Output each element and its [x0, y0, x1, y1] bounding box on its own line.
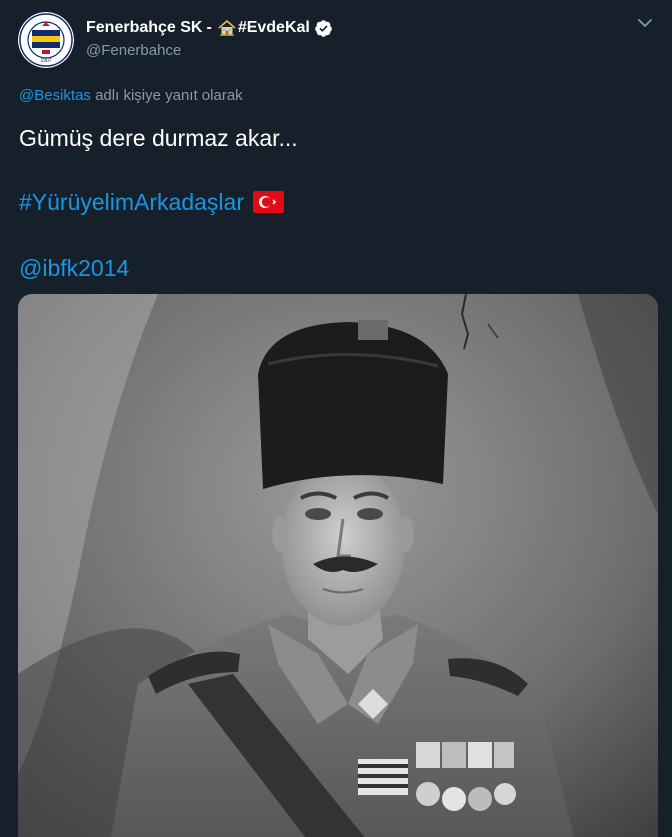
tweet-header: 1907 Fenerbahçe SK - #EvdeKal @Fenerbahc…: [0, 0, 672, 80]
tweet: 1907 Fenerbahçe SK - #EvdeKal @Fenerbahc…: [0, 0, 672, 837]
verified-badge-icon: [315, 19, 332, 37]
reply-context: @Besiktas adlı kişiye yanıt olarak: [19, 87, 243, 105]
tweet-photo[interactable]: [18, 294, 658, 837]
house-icon: [218, 19, 236, 36]
turkey-flag-icon: [252, 191, 284, 213]
hashtag-link[interactable]: #YürüyelimArkadaşlar: [19, 188, 244, 216]
chevron-down-icon[interactable]: [634, 12, 656, 34]
fenerbahce-crest-icon: 1907: [18, 12, 74, 68]
reply-suffix-text: adlı kişiye yanıt olarak: [95, 87, 243, 104]
author-name-row: Fenerbahçe SK - #EvdeKal: [86, 18, 333, 38]
name-separator: -: [206, 19, 212, 36]
tweet-text-line: Gümüş dere durmaz akar...: [19, 125, 298, 151]
mention-link[interactable]: @ibfk2014: [19, 254, 129, 282]
avatar-year: 1907: [40, 58, 51, 64]
avatar[interactable]: 1907: [18, 12, 74, 68]
portrait-photo: [18, 294, 658, 837]
author-handle[interactable]: @Fenerbahce: [86, 41, 333, 60]
author-display-name[interactable]: Fenerbahçe SK: [86, 18, 202, 38]
reply-mention-link[interactable]: @Besiktas: [19, 87, 91, 104]
author-block[interactable]: Fenerbahçe SK - #EvdeKal @Fenerbahce: [86, 18, 333, 60]
campaign-hashtag[interactable]: #EvdeKal: [238, 18, 310, 38]
tweet-hashtag-line: #YürüyelimArkadaşlar: [19, 188, 284, 216]
